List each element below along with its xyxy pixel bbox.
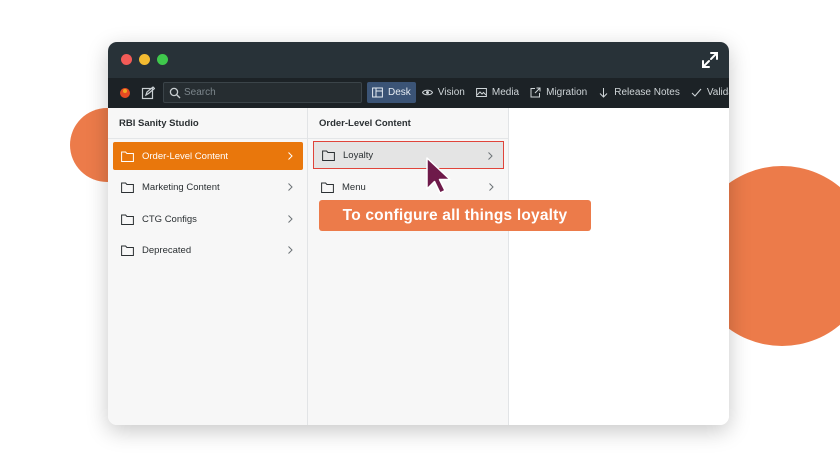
search-field[interactable] [163, 82, 362, 103]
list-item-loyalty[interactable]: Loyalty [313, 141, 504, 169]
chevron-right-icon [288, 152, 293, 160]
list-item-ctg-configs[interactable]: CTG Configs [113, 205, 303, 233]
tool-desk-label: Desk [388, 87, 411, 98]
search-icon [169, 87, 181, 99]
fullscreen-expand-icon[interactable] [701, 51, 719, 69]
external-link-icon [530, 87, 541, 98]
tool-vision[interactable]: Vision [417, 82, 470, 103]
chevron-right-icon [488, 152, 493, 160]
close-window-button[interactable] [121, 54, 132, 65]
pane-empty [509, 108, 729, 425]
list-item-order-level-content[interactable]: Order-Level Content [113, 142, 303, 170]
tool-switcher: Desk Vision Media Migration Release Note… [367, 82, 729, 103]
tool-media[interactable]: Media [471, 82, 524, 103]
callout-text: To configure all things loyalty [342, 206, 568, 224]
list-item-menu[interactable]: Menu [313, 173, 504, 201]
pane-title: RBI Sanity Studio [119, 118, 199, 129]
folder-icon [321, 182, 334, 193]
tool-release-notes-label: Release Notes [614, 87, 680, 98]
tool-migration-label: Migration [546, 87, 588, 98]
maximize-window-button[interactable] [157, 54, 168, 65]
tool-validation[interactable]: Validatio [686, 82, 729, 103]
minimize-window-button[interactable] [139, 54, 150, 65]
tool-media-label: Media [491, 87, 520, 98]
list-item-deprecated[interactable]: Deprecated [113, 236, 303, 264]
mouse-cursor-icon [426, 157, 451, 194]
chevron-right-icon [489, 183, 494, 191]
callout-tooltip: To configure all things loyalty [319, 200, 591, 231]
list-item-label: Loyalty [343, 149, 374, 161]
list-item-label: CTG Configs [142, 213, 197, 225]
toolbar: Desk Vision Media Migration Release Note… [108, 78, 729, 108]
title-bar [108, 42, 729, 78]
list-item-label: Order-Level Content [142, 150, 229, 162]
list-item-label: Menu [342, 181, 366, 193]
chevron-right-icon [288, 183, 293, 191]
folder-icon [121, 245, 134, 256]
list-item-marketing-content[interactable]: Marketing Content [113, 173, 303, 201]
pane-divider [308, 138, 508, 139]
image-icon [475, 88, 487, 97]
sanity-logo-icon[interactable] [118, 86, 132, 100]
pane-title: Order-Level Content [319, 118, 411, 129]
chevron-right-icon [288, 215, 293, 223]
tool-validation-label: Validatio [706, 87, 729, 98]
tool-desk[interactable]: Desk [367, 82, 416, 103]
pane-divider [108, 138, 307, 139]
list-item-label: Marketing Content [142, 181, 220, 193]
list-item-label: Deprecated [142, 244, 192, 256]
tool-vision-label: Vision [437, 87, 465, 98]
folder-icon [121, 214, 134, 225]
desk-icon [372, 87, 383, 98]
compose-icon[interactable] [141, 86, 155, 100]
app-window: Desk Vision Media Migration Release Note… [108, 42, 729, 425]
arrow-down-icon [599, 88, 608, 98]
tool-release-notes[interactable]: Release Notes [593, 82, 685, 103]
pane-structure-root: RBI Sanity Studio Order-Level Content Ma… [108, 108, 308, 425]
eye-icon [421, 89, 433, 96]
folder-icon [121, 151, 134, 162]
search-input[interactable] [184, 85, 354, 100]
checkmark-icon [691, 88, 702, 97]
folder-icon [322, 150, 335, 161]
tool-migration[interactable]: Migration [525, 82, 592, 103]
pane-order-level-content: Order-Level Content Loyalty Menu [308, 108, 509, 425]
folder-icon [121, 182, 134, 193]
chevron-right-icon [288, 246, 293, 254]
